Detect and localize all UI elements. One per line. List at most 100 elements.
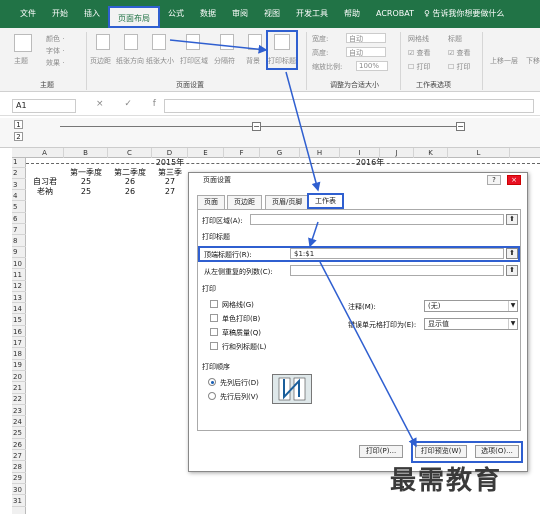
column-header[interactable]: B: [64, 148, 108, 158]
size-icon[interactable]: [152, 34, 166, 50]
row-header[interactable]: 22: [12, 395, 26, 405]
help-button[interactable]: ?: [487, 175, 501, 185]
row-header[interactable]: 20: [12, 373, 26, 383]
cols-repeat-input[interactable]: [290, 265, 504, 276]
width-select[interactable]: 自动: [346, 33, 386, 43]
row-header[interactable]: 21: [12, 384, 26, 394]
row-header[interactable]: 4: [12, 192, 26, 202]
row-header[interactable]: 27: [12, 452, 26, 462]
row-header[interactable]: 14: [12, 305, 26, 315]
formula-input[interactable]: [164, 99, 534, 113]
column-header[interactable]: J: [380, 148, 414, 158]
ribbon-tab-6[interactable]: 审阅: [224, 0, 256, 28]
row-header[interactable]: 19: [12, 361, 26, 371]
ribbon-tab-9[interactable]: 帮助: [336, 0, 368, 28]
ribbon-tab-8[interactable]: 开发工具: [288, 0, 336, 28]
outline-level-2-button[interactable]: 2: [14, 132, 23, 141]
orientation-button[interactable]: 纸张方向: [116, 56, 144, 66]
rows-repeat-collapse-button[interactable]: ⬆: [506, 248, 518, 259]
cols-repeat-collapse-button[interactable]: ⬆: [506, 265, 518, 276]
margins-icon[interactable]: [96, 34, 110, 50]
column-header[interactable]: L: [448, 148, 510, 158]
row-header[interactable]: 25: [12, 429, 26, 439]
cell-name-1[interactable]: 自习君: [26, 177, 64, 187]
background-button[interactable]: 背景: [246, 56, 260, 66]
column-header[interactable]: K: [414, 148, 448, 158]
ribbon-tab-4[interactable]: 公式: [160, 0, 192, 28]
bring-forward-button[interactable]: 上移一层: [490, 56, 518, 66]
scale-input[interactable]: 100%: [356, 61, 388, 71]
column-header[interactable]: D: [152, 148, 188, 158]
ribbon-tab-1[interactable]: 开始: [44, 0, 76, 28]
cell-r4-q2[interactable]: 26: [108, 187, 152, 197]
print-titles-button[interactable]: 打印标题: [268, 56, 296, 66]
tab-page[interactable]: 页面: [197, 195, 225, 209]
row-header[interactable]: 16: [12, 328, 26, 338]
row-header[interactable]: 7: [12, 226, 26, 236]
column-header[interactable]: G: [260, 148, 300, 158]
cell-q1[interactable]: 第一季度: [64, 168, 108, 178]
over-then-down-radio[interactable]: [208, 392, 216, 400]
column-header[interactable]: E: [188, 148, 224, 158]
ribbon-tab-3[interactable]: 页面布局: [108, 6, 160, 28]
tab-header-footer[interactable]: 页眉/页脚: [265, 195, 310, 209]
gridlines-print-checkbox[interactable]: ☐ 打印: [408, 62, 431, 72]
print-button[interactable]: 打印(P)...: [359, 445, 403, 458]
size-button[interactable]: 纸张大小: [146, 56, 174, 66]
column-header[interactable]: C: [108, 148, 152, 158]
row-header[interactable]: 31: [12, 497, 26, 507]
headings-view-checkbox[interactable]: ☑ 查看: [448, 48, 471, 58]
print-area-icon[interactable]: [186, 34, 200, 50]
headings-print-checkbox[interactable]: ☐ 打印: [448, 62, 471, 72]
down-then-over-radio[interactable]: [208, 378, 216, 386]
draft-checkbox[interactable]: [210, 328, 218, 336]
cell-r3-q3[interactable]: 27: [152, 177, 188, 187]
ribbon-tab-2[interactable]: 插入: [76, 0, 108, 28]
row-header[interactable]: 17: [12, 339, 26, 349]
name-box[interactable]: A1: [12, 99, 76, 113]
row-header[interactable]: 18: [12, 350, 26, 360]
row-header[interactable]: 1: [12, 158, 26, 168]
column-header[interactable]: H: [300, 148, 340, 158]
rows-repeat-input[interactable]: $1:$1: [290, 248, 504, 259]
breaks-button[interactable]: 分隔符: [214, 56, 235, 66]
row-header[interactable]: 9: [12, 248, 26, 258]
row-header[interactable]: 11: [12, 271, 26, 281]
row-header[interactable]: 8: [12, 237, 26, 247]
row-header[interactable]: 3: [12, 181, 26, 191]
cell-r3-q2[interactable]: 26: [108, 177, 152, 187]
ribbon-tab-5[interactable]: 数据: [192, 0, 224, 28]
row-header[interactable]: 30: [12, 486, 26, 496]
row-header[interactable]: 6: [12, 215, 26, 225]
outline-collapse-button-2[interactable]: −: [456, 122, 465, 131]
themes-icon[interactable]: [14, 34, 32, 52]
bw-checkbox[interactable]: [210, 314, 218, 322]
outline-level-1-button[interactable]: 1: [14, 120, 23, 129]
theme-effects-button[interactable]: 效果 ·: [46, 58, 64, 68]
row-header[interactable]: 10: [12, 260, 26, 270]
comments-select[interactable]: (无) ▼: [424, 300, 518, 312]
print-area-input[interactable]: [250, 214, 504, 225]
cell-r4-q3[interactable]: 27: [152, 187, 188, 197]
print-area-button[interactable]: 打印区域: [180, 56, 208, 66]
margins-button[interactable]: 页边距: [90, 56, 111, 66]
rowcol-headings-checkbox[interactable]: [210, 342, 218, 350]
themes-button[interactable]: 主题: [14, 56, 28, 66]
breaks-icon[interactable]: [220, 34, 234, 50]
tab-margins[interactable]: 页边距: [227, 195, 262, 209]
outline-collapse-button-1[interactable]: −: [252, 122, 261, 131]
cell-name-2[interactable]: 老衲: [26, 187, 64, 197]
theme-colors-button[interactable]: 颜色 ·: [46, 34, 64, 44]
print-titles-icon[interactable]: [274, 34, 290, 50]
tab-sheet[interactable]: 工作表: [307, 193, 344, 209]
column-header[interactable]: F: [224, 148, 260, 158]
background-icon[interactable]: [248, 34, 262, 50]
row-header[interactable]: 2: [12, 169, 26, 179]
row-header[interactable]: 15: [12, 316, 26, 326]
row-header[interactable]: 24: [12, 418, 26, 428]
errors-select[interactable]: 显示值 ▼: [424, 318, 518, 330]
tell-me-box[interactable]: ♀ 告诉我你想要做什么: [424, 8, 504, 19]
gridlines-view-checkbox[interactable]: ☑ 查看: [408, 48, 431, 58]
cell-r4-q1[interactable]: 25: [64, 187, 108, 197]
ribbon-tab-7[interactable]: 视图: [256, 0, 288, 28]
